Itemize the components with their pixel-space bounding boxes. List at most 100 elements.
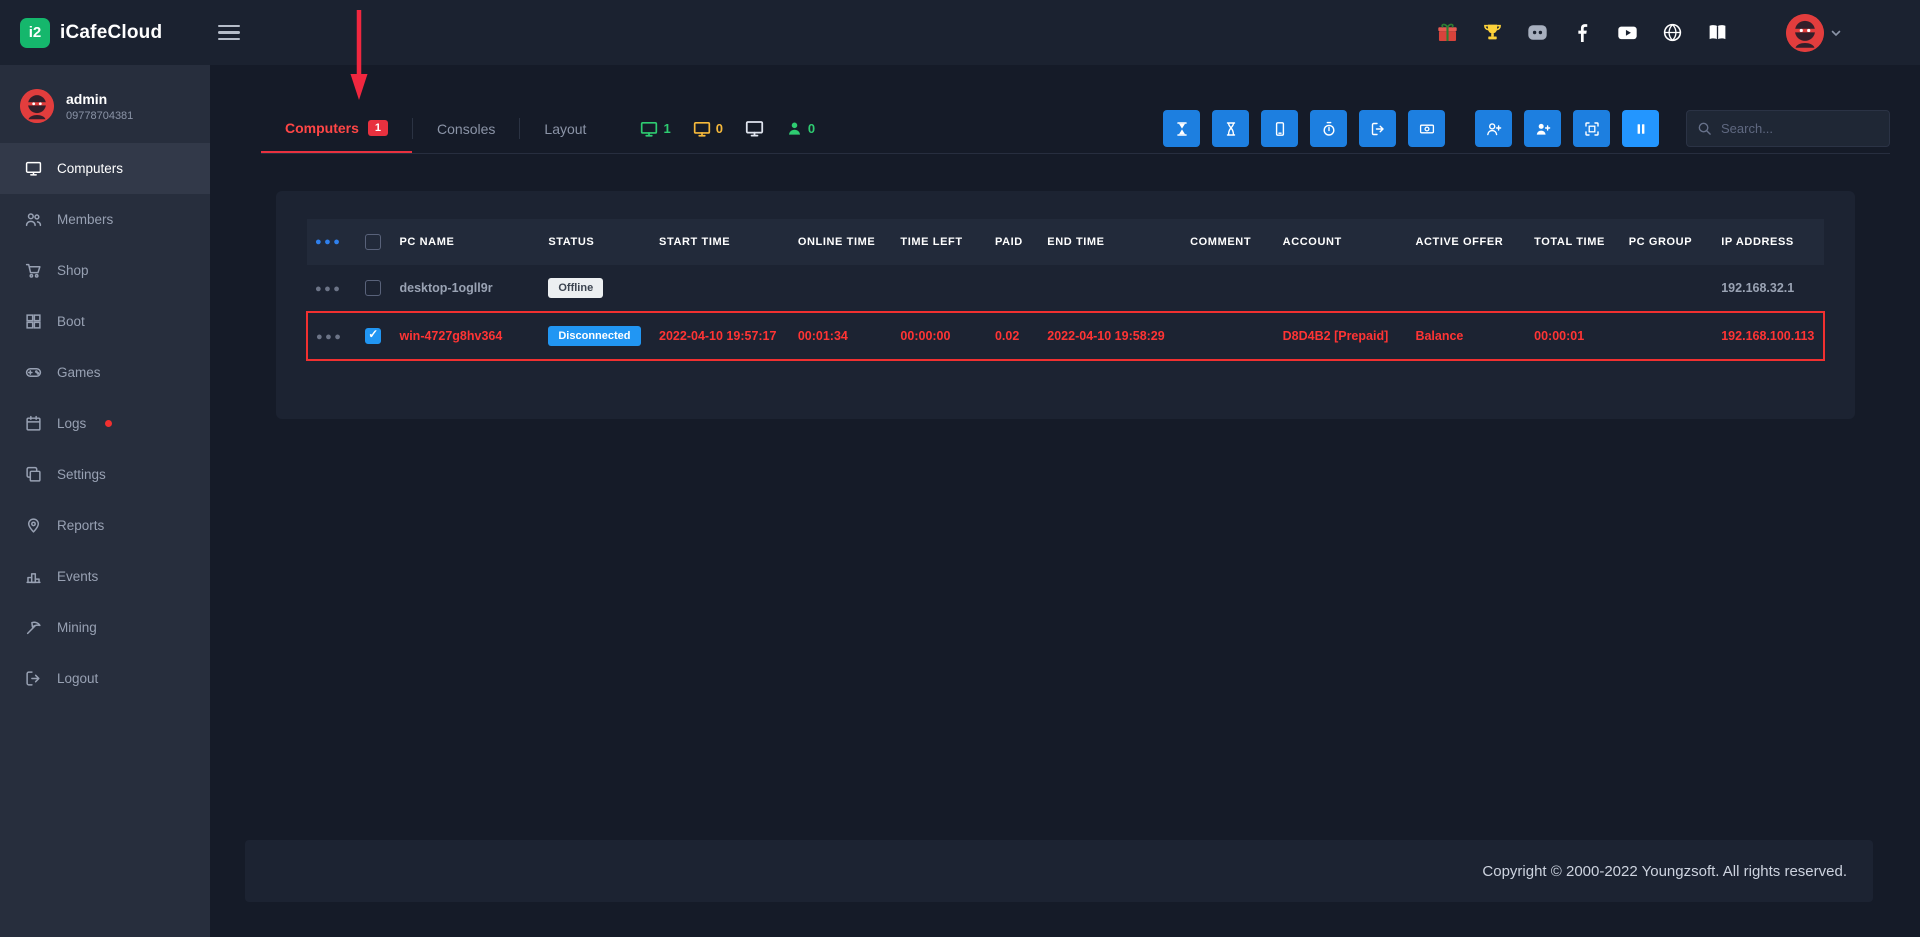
col-paid: PAID: [987, 219, 1039, 265]
sidebar-item-computers[interactable]: Computers: [0, 143, 210, 194]
gamepad-icon: [25, 364, 42, 381]
col-active-offer: ACTIVE OFFER: [1407, 219, 1526, 265]
sidebar-item-reports[interactable]: Reports: [0, 500, 210, 551]
cell-pc-group: [1621, 312, 1714, 360]
gift-icon[interactable]: [1436, 22, 1458, 44]
chevron-down-icon: [1830, 27, 1842, 39]
cell-time-left: 00:00:00: [892, 312, 987, 360]
sidebar-nav: Computers Members Shop Boot Games Logs: [0, 143, 210, 704]
counter-members-online[interactable]: 0: [786, 120, 815, 137]
sidebar-item-events[interactable]: Events: [0, 551, 210, 602]
hourglass-outline-icon: [1223, 121, 1239, 137]
cell-pc-name: desktop-1ogll9r: [391, 265, 540, 312]
tab-computers[interactable]: Computers 1: [261, 104, 412, 153]
bulk-actions-icon[interactable]: ●●●: [315, 236, 342, 248]
cell-comment: [1182, 265, 1275, 312]
pause-icon: [1633, 121, 1649, 137]
logout-icon: [25, 670, 42, 687]
stopwatch-button[interactable]: [1310, 110, 1347, 147]
sign-out-button[interactable]: [1359, 110, 1396, 147]
user-avatar: [1786, 14, 1824, 52]
pickaxe-icon: [25, 619, 42, 636]
action-toolbar: [1163, 104, 1890, 153]
cell-total-time: 00:00:01: [1526, 312, 1621, 360]
row-checkbox[interactable]: [365, 280, 381, 296]
sidebar-item-logs[interactable]: Logs: [0, 398, 210, 449]
row-actions-icon[interactable]: ●●●: [316, 331, 343, 343]
main-content: Computers 1 Consoles Layout 1 0: [210, 65, 1920, 937]
sidebar-item-logout[interactable]: Logout: [0, 653, 210, 704]
topbar: i2 iCafeCloud: [0, 0, 1920, 65]
cell-paid: 0.02: [987, 312, 1039, 360]
sidebar-item-shop[interactable]: Shop: [0, 245, 210, 296]
counter-pcs-all[interactable]: [745, 119, 764, 138]
handbook-icon[interactable]: [1706, 22, 1728, 44]
cell-pc-name: win-4727g8hv364: [391, 312, 540, 360]
computers-table-card: ●●● PC NAME STATUS START TIME ONLINE TIM…: [276, 191, 1855, 419]
tab-label: Consoles: [437, 121, 495, 137]
counter-pcs-warning[interactable]: 0: [693, 120, 723, 138]
cart-icon: [25, 262, 42, 279]
col-pc-group: PC GROUP: [1621, 219, 1714, 265]
row-actions-icon[interactable]: ●●●: [315, 283, 342, 295]
tab-layout[interactable]: Layout: [520, 104, 610, 153]
table-header-row: ●●● PC NAME STATUS START TIME ONLINE TIM…: [307, 219, 1824, 265]
counter-value: 0: [808, 121, 815, 136]
col-ip-address: IP ADDRESS: [1713, 219, 1824, 265]
members-icon: [25, 211, 42, 228]
col-pc-name: PC NAME: [391, 219, 540, 265]
cell-active-offer: [1407, 265, 1526, 312]
account-menu[interactable]: [1786, 14, 1842, 52]
tab-label: Layout: [544, 121, 586, 137]
pause-button[interactable]: [1622, 110, 1659, 147]
sidebar-item-settings[interactable]: Settings: [0, 449, 210, 500]
tab-bar: Computers 1 Consoles Layout 1 0: [261, 104, 1890, 154]
scan-icon: [1584, 121, 1600, 137]
sidebar-item-label: Logout: [57, 671, 98, 686]
footer: Copyright © 2000-2022 Youngzsoft. All ri…: [245, 840, 1873, 902]
sidebar-item-games[interactable]: Games: [0, 347, 210, 398]
cell-start-time: [651, 265, 790, 312]
member-icon: [786, 120, 803, 137]
monitor-yellow-icon: [693, 120, 711, 138]
search-input[interactable]: [1686, 110, 1890, 147]
youtube-icon[interactable]: [1616, 22, 1638, 44]
trophy-icon[interactable]: [1481, 22, 1503, 44]
facebook-icon[interactable]: [1571, 22, 1593, 44]
pc-counters: 1 0 0: [640, 104, 815, 153]
discord-icon[interactable]: [1526, 22, 1548, 44]
grid-icon: [25, 313, 42, 330]
menu-toggle-icon[interactable]: [218, 25, 240, 41]
sidebar-item-members[interactable]: Members: [0, 194, 210, 245]
tab-consoles[interactable]: Consoles: [413, 104, 519, 153]
logo-icon: i2: [20, 18, 50, 48]
cell-pc-group: [1621, 265, 1714, 312]
add-member-alt-button[interactable]: [1524, 110, 1561, 147]
sidebar-item-mining[interactable]: Mining: [0, 602, 210, 653]
sidebar-item-boot[interactable]: Boot: [0, 296, 210, 347]
cell-paid: [987, 265, 1039, 312]
globe-icon[interactable]: [1661, 22, 1683, 44]
table-row-selected[interactable]: ●●● win-4727g8hv364 Disconnected 2022-04…: [307, 312, 1824, 360]
row-checkbox[interactable]: [365, 328, 381, 344]
counter-pcs-on[interactable]: 1: [640, 120, 670, 138]
cell-account: D8D4B2 [Prepaid]: [1275, 312, 1408, 360]
computers-table: ●●● PC NAME STATUS START TIME ONLINE TIM…: [306, 219, 1825, 361]
table-row[interactable]: ●●● desktop-1ogll9r Offline: [307, 265, 1824, 312]
scan-button[interactable]: [1573, 110, 1610, 147]
cash-button[interactable]: [1408, 110, 1445, 147]
monitor-white-icon: [745, 119, 764, 138]
sidebar-item-label: Events: [57, 569, 98, 584]
mobile-button[interactable]: [1261, 110, 1298, 147]
col-end-time: END TIME: [1039, 219, 1182, 265]
user-name: admin: [66, 91, 133, 107]
add-member-button[interactable]: [1475, 110, 1512, 147]
cell-online-time: [790, 265, 893, 312]
counter-value: 1: [663, 121, 670, 136]
cell-time-left: [892, 265, 987, 312]
hourglass-button[interactable]: [1163, 110, 1200, 147]
hourglass-alt-button[interactable]: [1212, 110, 1249, 147]
col-account: ACCOUNT: [1275, 219, 1408, 265]
select-all-checkbox[interactable]: [365, 234, 381, 250]
cell-active-offer: Balance: [1407, 312, 1526, 360]
